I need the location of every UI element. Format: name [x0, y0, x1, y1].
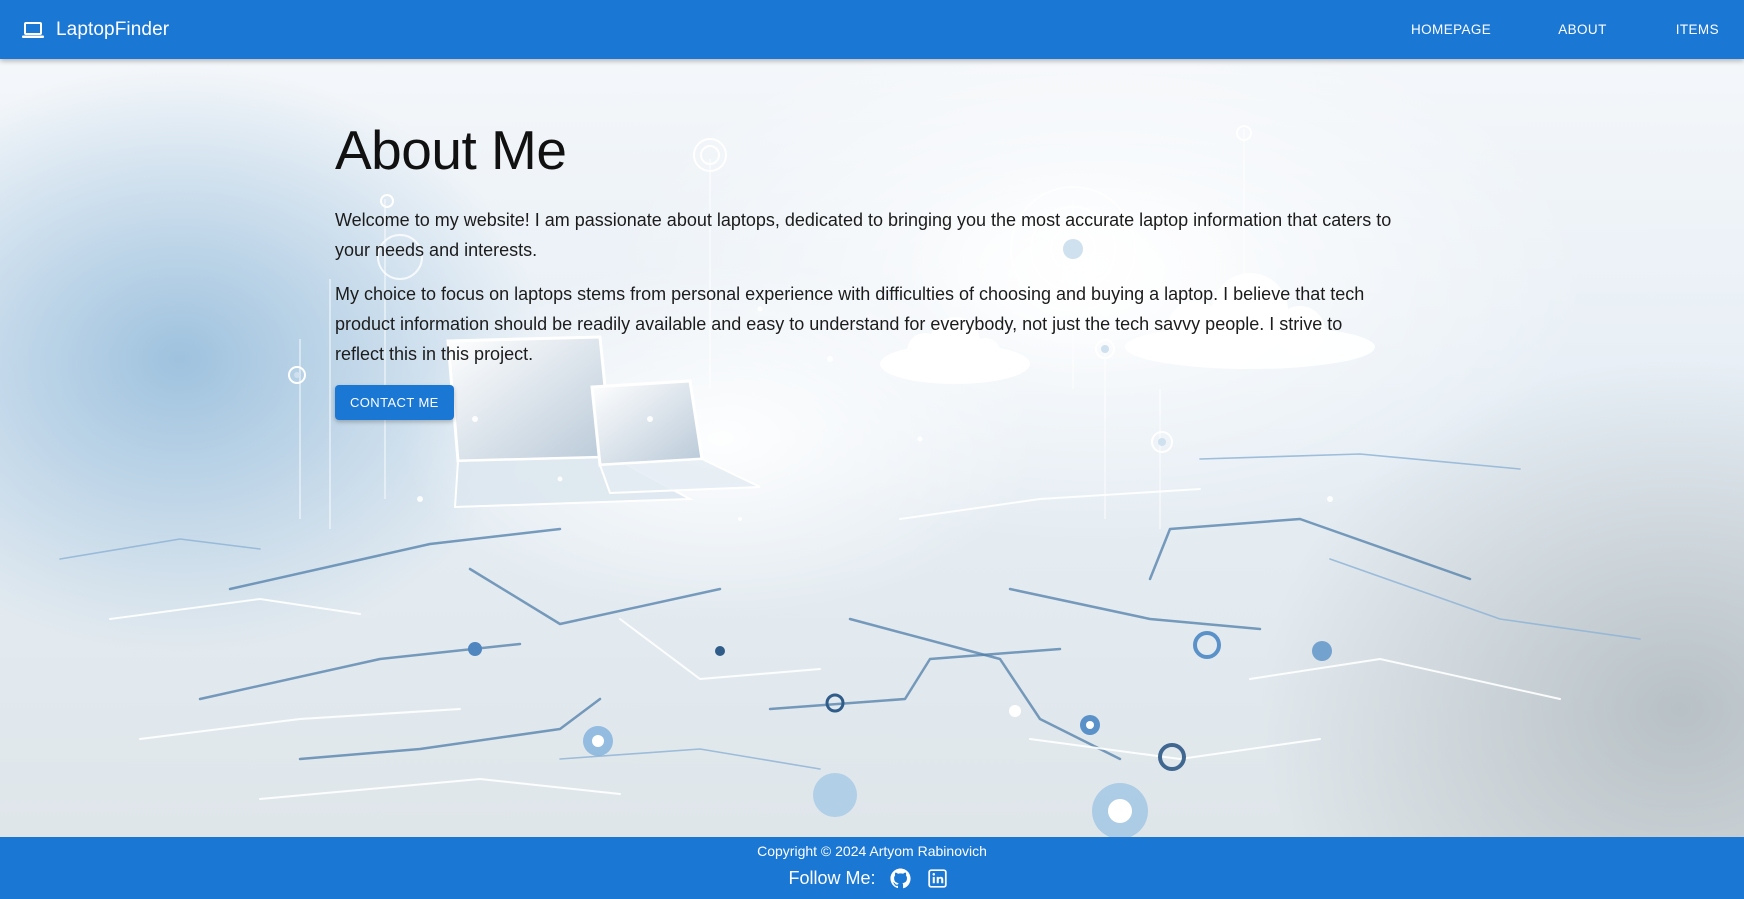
- nav-item-about[interactable]: ABOUT: [1558, 22, 1607, 37]
- about-section: About Me Welcome to my website! I am pas…: [335, 59, 1395, 420]
- follow-row: Follow Me:: [0, 867, 1744, 889]
- intro-paragraph: Welcome to my website! I am passionate a…: [335, 210, 1392, 260]
- motivation-paragraph: My choice to focus on laptops stems from…: [335, 284, 1365, 364]
- github-icon[interactable]: [890, 867, 912, 889]
- main-nav: HOMEPAGE ABOUT ITEMS: [1411, 0, 1744, 59]
- page: LaptopFinder HOMEPAGE ABOUT ITEMS About …: [0, 0, 1744, 899]
- contact-me-button[interactable]: CONTACT ME: [335, 385, 454, 420]
- laptop-icon: [22, 21, 44, 39]
- nav-item-homepage[interactable]: HOMEPAGE: [1411, 22, 1491, 37]
- linkedin-icon[interactable]: [927, 867, 949, 889]
- brand-link[interactable]: LaptopFinder: [22, 19, 169, 41]
- copyright-text: Copyright © 2024 Artyom Rabinovich: [757, 843, 987, 859]
- follow-label: Follow Me:: [788, 867, 876, 888]
- brand-name: LaptopFinder: [56, 18, 170, 40]
- page-title: About Me: [335, 119, 567, 181]
- footer: Copyright © 2024 Artyom Rabinovich Follo…: [0, 837, 1744, 899]
- nav-item-items[interactable]: ITEMS: [1676, 22, 1719, 37]
- app-bar: LaptopFinder HOMEPAGE ABOUT ITEMS: [0, 0, 1744, 59]
